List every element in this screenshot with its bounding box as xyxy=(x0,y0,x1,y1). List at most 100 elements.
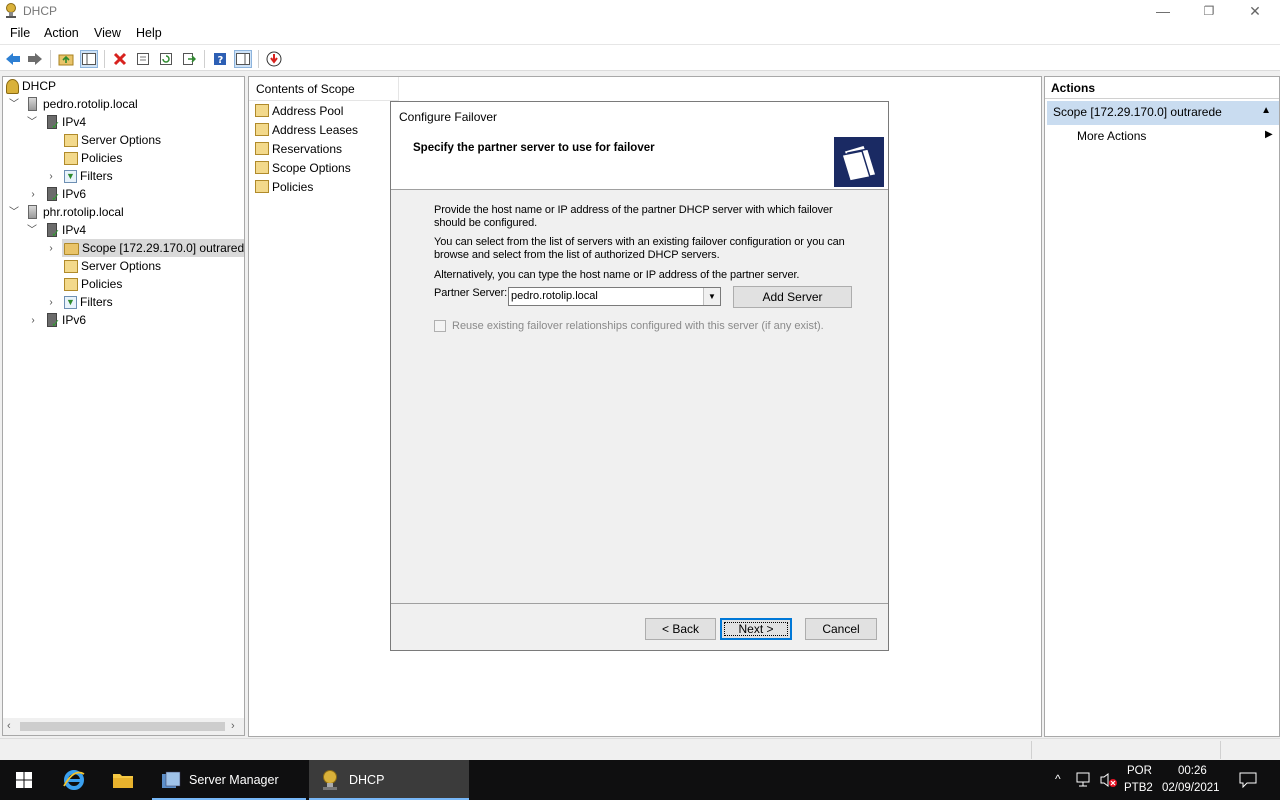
reservations-icon xyxy=(255,142,269,155)
tree-item-dhcp-root[interactable]: DHCP xyxy=(6,77,56,95)
chevron-right-icon[interactable]: › xyxy=(28,316,38,326)
tree-item-server-pedro[interactable]: pedro.rotolip.local xyxy=(25,95,138,113)
scrollbar-thumb[interactable] xyxy=(20,722,225,731)
menu-action[interactable]: Action xyxy=(44,26,79,40)
reuse-failover-checkbox[interactable] xyxy=(434,320,446,332)
content-item-address-leases[interactable]: Address Leases xyxy=(255,120,358,139)
export-list-icon[interactable] xyxy=(180,50,198,68)
next-button[interactable]: Next > xyxy=(720,618,792,640)
actions-header: Actions xyxy=(1045,77,1279,99)
dialog-header: Configure Failover Specify the partner s… xyxy=(391,102,888,190)
content-item-address-pool[interactable]: Address Pool xyxy=(255,101,343,120)
scope-folder-icon xyxy=(64,243,79,255)
taskbar-button-label: DHCP xyxy=(349,773,385,787)
close-button[interactable]: ✕ xyxy=(1232,0,1278,22)
tree-item-server-options[interactable]: Server Options xyxy=(64,131,161,149)
more-actions-item[interactable]: More Actions xyxy=(1077,129,1146,143)
add-server-button[interactable]: Add Server xyxy=(733,286,852,308)
tree-item-filters[interactable]: Filters xyxy=(64,293,113,311)
actions-scope-section[interactable]: Scope [172.29.170.0] outrarede ▲ xyxy=(1047,101,1279,125)
server-options-icon xyxy=(64,133,78,147)
chevron-right-icon[interactable]: › xyxy=(28,190,38,200)
content-item-policies[interactable]: Policies xyxy=(255,177,313,196)
tree-item-label: Server Options xyxy=(81,133,162,147)
language-indicator[interactable]: POR xyxy=(1127,765,1152,777)
dropdown-arrow-icon[interactable]: ▼ xyxy=(703,288,720,305)
deactivate-icon[interactable] xyxy=(265,50,283,68)
partner-server-combobox[interactable]: pedro.rotolip.local ▼ xyxy=(508,287,721,306)
reuse-failover-label: Reuse existing failover relationships co… xyxy=(452,320,824,332)
tree-item-ipv4[interactable]: IPv4 xyxy=(45,113,87,132)
dhcp-taskbar-button[interactable]: DHCP xyxy=(309,760,469,800)
start-button[interactable] xyxy=(0,760,48,800)
forward-icon[interactable] xyxy=(26,50,44,68)
server-options-icon xyxy=(64,259,78,273)
help-icon[interactable]: ? xyxy=(211,50,229,68)
description-line: You can select from the list of servers … xyxy=(434,236,845,248)
taskbar-button-label: Server Manager xyxy=(189,773,279,787)
properties-icon[interactable] xyxy=(134,50,152,68)
server-manager-taskbar-button[interactable]: Server Manager xyxy=(152,760,306,800)
tree-item-label: pedro.rotolip.local xyxy=(43,97,138,111)
address-pool-icon xyxy=(255,104,269,117)
tree-item-ipv6[interactable]: IPv6 xyxy=(45,185,86,204)
cancel-button[interactable]: Cancel xyxy=(805,618,877,640)
tree-item-server-options[interactable]: Server Options xyxy=(64,257,161,275)
minimize-button[interactable]: — xyxy=(1140,0,1186,22)
back-icon[interactable] xyxy=(4,50,22,68)
content-item-scope-options[interactable]: Scope Options xyxy=(255,158,351,177)
up-folder-icon[interactable] xyxy=(57,50,75,68)
filters-icon xyxy=(64,169,77,183)
content-item-reservations[interactable]: Reservations xyxy=(255,139,342,158)
tree-item-policies[interactable]: Policies xyxy=(64,149,122,167)
file-explorer-button[interactable] xyxy=(99,760,147,800)
chevron-down-icon[interactable]: ﹀ xyxy=(27,226,37,236)
tree-item-ipv4[interactable]: IPv4 xyxy=(45,221,86,240)
menu-file[interactable]: File xyxy=(10,26,30,40)
show-hidden-icons-icon[interactable]: ^ xyxy=(1055,772,1061,786)
refresh-icon[interactable] xyxy=(157,50,175,68)
console-tree: DHCP ﹀ pedro.rotolip.local ﹀ IPv4 Server… xyxy=(2,76,245,736)
configure-failover-dialog: Configure Failover Specify the partner s… xyxy=(390,101,889,651)
content-item-label: Policies xyxy=(272,179,314,194)
back-button[interactable]: < Back xyxy=(645,618,716,640)
volume-muted-icon[interactable] xyxy=(1100,772,1118,788)
chevron-down-icon[interactable]: ﹀ xyxy=(9,100,19,110)
restore-button[interactable]: ❐ xyxy=(1186,0,1232,22)
menu-help[interactable]: Help xyxy=(136,26,162,40)
tree-item-label: phr.rotolip.local xyxy=(43,205,124,219)
server-icon xyxy=(28,97,37,111)
show-hide-tree-icon[interactable] xyxy=(80,50,98,68)
chevron-right-icon[interactable]: › xyxy=(46,298,56,308)
content-item-label: Address Pool xyxy=(272,103,344,118)
menu-view[interactable]: View xyxy=(94,26,121,40)
network-icon[interactable] xyxy=(1076,772,1094,788)
keyboard-layout-indicator[interactable]: PTB2 xyxy=(1124,782,1153,794)
clock-date[interactable]: 02/09/2021 xyxy=(1162,782,1220,794)
ipv6-icon xyxy=(47,187,60,204)
tree-item-policies[interactable]: Policies xyxy=(64,275,122,293)
tree-item-ipv6[interactable]: IPv6 xyxy=(45,311,86,330)
clock-time[interactable]: 00:26 xyxy=(1178,765,1207,777)
status-bar xyxy=(0,738,1280,760)
chevron-right-icon[interactable]: › xyxy=(46,244,56,254)
chevron-right-icon[interactable]: › xyxy=(46,172,56,182)
collapse-arrow-icon[interactable]: ▲ xyxy=(1261,105,1271,116)
notifications-icon[interactable] xyxy=(1239,772,1257,788)
tree-item-server-phr[interactable]: phr.rotolip.local xyxy=(25,203,124,221)
tree-item-filters[interactable]: Filters xyxy=(64,167,113,185)
column-header-label: Contents of Scope xyxy=(256,82,355,96)
scroll-right-icon[interactable]: › xyxy=(231,720,235,732)
tree-item-label: IPv4 xyxy=(62,115,87,129)
content-column-header[interactable]: Contents of Scope xyxy=(249,77,399,101)
tree-item-scope-selected[interactable]: Scope [172.29.170.0] outrarede xyxy=(62,239,244,257)
show-hide-action-pane-icon[interactable] xyxy=(234,50,252,68)
policies-icon xyxy=(64,277,78,291)
internet-explorer-button[interactable] xyxy=(50,760,98,800)
tree-horizontal-scrollbar[interactable]: ‹ › xyxy=(3,718,244,735)
submenu-arrow-icon[interactable]: ▶ xyxy=(1265,129,1273,140)
scroll-left-icon[interactable]: ‹ xyxy=(7,720,11,732)
delete-icon[interactable] xyxy=(111,50,129,68)
chevron-down-icon[interactable]: ﹀ xyxy=(27,118,37,128)
chevron-down-icon[interactable]: ﹀ xyxy=(9,208,19,218)
